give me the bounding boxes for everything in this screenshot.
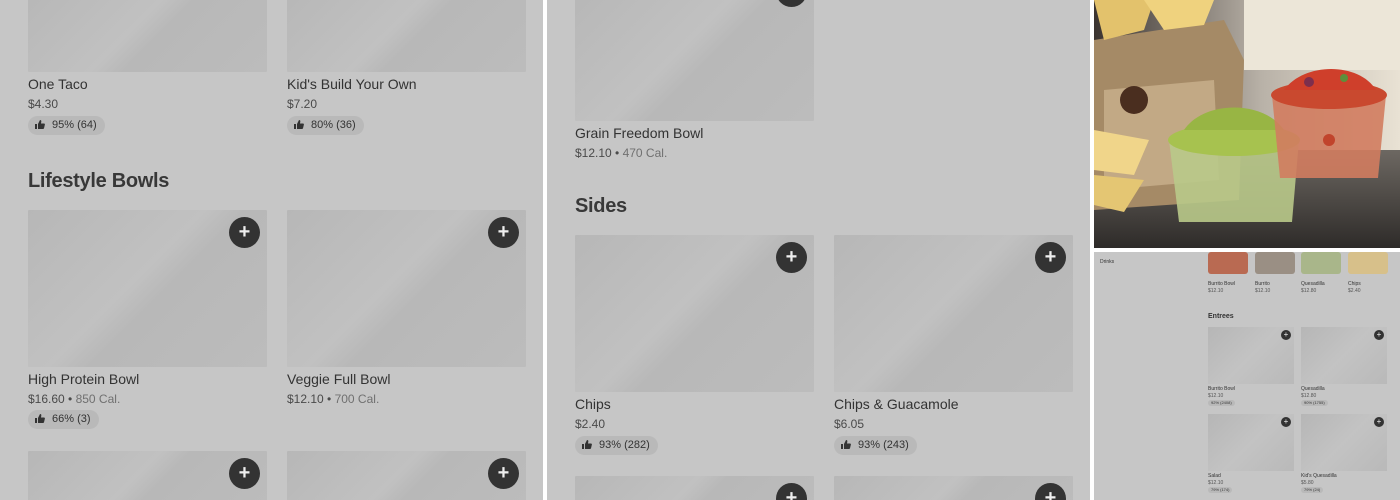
add-item-button[interactable]: + <box>488 217 519 248</box>
add-item-button[interactable]: + <box>1374 417 1384 427</box>
item-image-grain-freedom-bowl[interactable] <box>575 0 814 121</box>
item-price: $12.10 <box>1208 480 1224 486</box>
item-price: $7.20 <box>287 97 318 111</box>
item-price: $6.05 <box>834 417 865 431</box>
rating-badge: 95% (64) <box>28 116 105 135</box>
featured-name[interactable]: Quesadilla <box>1301 281 1325 287</box>
item-price: $12.10 • 700 Cal. <box>287 392 380 406</box>
item-name[interactable]: Kid's Quesadilla <box>1301 473 1337 479</box>
rating-text: 95% (64) <box>52 119 97 131</box>
add-item-button[interactable]: + <box>776 242 807 273</box>
item-name[interactable]: Chips <box>575 396 611 412</box>
rating-text: 93% (282) <box>599 439 650 451</box>
chips-guacamole-salsa-photo <box>1094 0 1400 248</box>
add-item-button[interactable]: + <box>1374 330 1384 340</box>
add-item-button[interactable]: + <box>229 217 260 248</box>
menu-overview-thumbnail: Drinks Burrito Bowl $12.10 Burrito $12.1… <box>1094 252 1400 500</box>
featured-name[interactable]: Burrito <box>1255 281 1270 287</box>
item-name[interactable]: Chips & Guacamole <box>834 396 959 412</box>
rating-badge: 93% (243) <box>834 436 917 455</box>
featured-price: $12.10 <box>1208 288 1224 294</box>
rating-badge: 79% (24) <box>1301 487 1324 493</box>
rating-badge: 93% (282) <box>575 436 658 455</box>
rating-badge: 79% (174) <box>1208 487 1233 493</box>
rating-text: 93% (243) <box>858 439 909 451</box>
calories: 850 Cal. <box>75 392 121 406</box>
featured-price: $12.80 <box>1301 288 1317 294</box>
thumbs-up-icon <box>35 414 45 423</box>
item-price: $12.10 • 470 Cal. <box>575 146 668 160</box>
item-name[interactable]: High Protein Bowl <box>28 371 139 387</box>
price-value: $16.60 <box>28 392 65 406</box>
featured-image[interactable] <box>1301 252 1341 274</box>
item-name[interactable]: Salad <box>1208 473 1221 479</box>
item-name[interactable]: One Taco <box>28 76 88 92</box>
thumbs-up-icon <box>294 120 304 129</box>
price-value: $12.10 <box>575 146 612 160</box>
featured-price: $2.40 <box>1348 288 1361 294</box>
add-item-button[interactable]: + <box>229 458 260 489</box>
food-photo <box>1094 0 1400 248</box>
rating-badge: 80% (36) <box>287 116 364 135</box>
item-price: $16.60 • 850 Cal. <box>28 392 121 406</box>
rating-badge: 90% (1755) <box>1301 400 1328 406</box>
item-name[interactable]: Kid's Build Your Own <box>287 76 417 92</box>
calories: 700 Cal. <box>334 392 380 406</box>
rating-text: 66% (3) <box>52 413 91 425</box>
item-price: $2.40 <box>575 417 606 431</box>
item-price: $5.80 <box>1301 480 1314 486</box>
add-item-button[interactable]: + <box>1281 330 1291 340</box>
item-name[interactable]: Burrito Bowl <box>1208 386 1235 392</box>
item-image-one-taco[interactable] <box>28 0 267 72</box>
item-name[interactable]: Grain Freedom Bowl <box>575 125 703 141</box>
thumbs-up-icon <box>582 440 592 449</box>
rating-text: 80% (36) <box>311 119 356 131</box>
featured-name[interactable]: Burrito Bowl <box>1208 281 1235 287</box>
rating-badge: 66% (3) <box>28 410 99 429</box>
section-title: Entrees <box>1208 313 1234 320</box>
add-item-button[interactable]: + <box>1281 417 1291 427</box>
section-title: Lifestyle Bowls <box>28 170 170 192</box>
item-name[interactable]: Veggie Full Bowl <box>287 371 391 387</box>
item-price: $12.80 <box>1301 393 1317 399</box>
thumbs-up-icon <box>35 120 45 129</box>
price-value: $12.10 <box>287 392 324 406</box>
menu-panel-middle: + Grain Freedom Bowl $12.10 • 470 Cal. S… <box>547 0 1090 500</box>
item-price: $12.10 <box>1208 393 1224 399</box>
featured-name[interactable]: Chips <box>1348 281 1361 287</box>
item-image-kids-build[interactable] <box>287 0 526 72</box>
featured-image[interactable] <box>1208 252 1248 274</box>
menu-panel-left: One Taco $4.30 95% (64) Kid's Build Your… <box>0 0 543 500</box>
featured-image[interactable] <box>1348 252 1388 274</box>
sidebar-item-drinks[interactable]: Drinks <box>1100 259 1114 265</box>
section-title: Sides <box>575 195 627 217</box>
add-item-button[interactable]: + <box>488 458 519 489</box>
featured-price: $12.10 <box>1255 288 1271 294</box>
thumbs-up-icon <box>841 440 851 449</box>
rating-badge: 92% (2408) <box>1208 400 1235 406</box>
calories: 470 Cal. <box>622 146 668 160</box>
add-item-button[interactable]: + <box>1035 242 1066 273</box>
featured-image[interactable] <box>1255 252 1295 274</box>
item-price: $4.30 <box>28 97 59 111</box>
item-name[interactable]: Quesadilla <box>1301 386 1325 392</box>
